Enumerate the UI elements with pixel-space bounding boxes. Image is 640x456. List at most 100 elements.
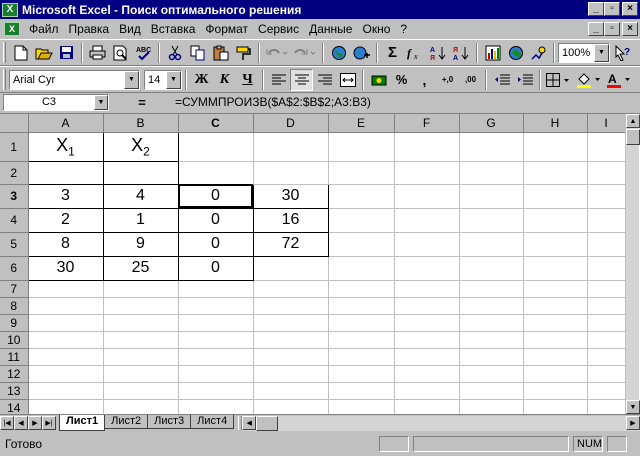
cell-h10[interactable] <box>523 331 588 349</box>
cell-c13[interactable] <box>178 382 254 400</box>
doc-restore-button[interactable]: ▫ <box>604 22 620 36</box>
cell-c6[interactable]: 0 <box>177 255 254 281</box>
row-header-5[interactable]: 5 <box>0 231 29 257</box>
bold-button[interactable]: Ж <box>190 69 213 91</box>
cell-e6[interactable] <box>328 256 395 281</box>
cell-e11[interactable] <box>328 348 395 366</box>
row-header-6[interactable]: 6 <box>0 255 29 281</box>
cell-g5[interactable] <box>459 232 524 257</box>
cell-i11[interactable] <box>587 348 626 366</box>
increase-indent-icon[interactable] <box>513 69 536 91</box>
menu-view[interactable]: Вид <box>114 20 146 38</box>
cell-f6[interactable] <box>394 256 460 281</box>
column-header-i[interactable]: I <box>586 114 626 133</box>
cell-b10[interactable] <box>103 331 179 349</box>
menu-edit[interactable]: Правка <box>64 20 115 38</box>
menu-file[interactable]: Файл <box>24 20 64 38</box>
sheet-tab-1[interactable]: Лист1 <box>59 415 106 431</box>
horizontal-scroll-thumb[interactable] <box>256 415 279 431</box>
cell-i12[interactable] <box>587 365 626 383</box>
cell-g9[interactable] <box>459 314 524 332</box>
row-header-10[interactable]: 10 <box>0 330 29 349</box>
cell-e2[interactable] <box>328 161 395 185</box>
scroll-left-icon[interactable]: ◀ <box>242 415 257 430</box>
cell-i4[interactable] <box>587 208 626 233</box>
cell-a3[interactable]: 3 <box>27 183 104 209</box>
row-header-12[interactable]: 12 <box>0 364 29 383</box>
borders-icon[interactable] <box>544 69 574 91</box>
maximize-button[interactable]: ▫ <box>604 2 620 16</box>
cell-e10[interactable] <box>328 331 395 349</box>
formula-input[interactable]: =СУММПРОИЗВ($A$2:$B$2;A3:B3) <box>175 95 371 109</box>
italic-button[interactable]: К <box>213 69 236 91</box>
function-icon[interactable]: fx <box>404 42 427 64</box>
toolbar-grip[interactable] <box>3 42 6 63</box>
underline-button[interactable]: Ч <box>236 69 259 91</box>
cell-h5[interactable] <box>523 232 588 257</box>
column-header-e[interactable]: E <box>327 114 395 133</box>
cell-d7[interactable] <box>253 280 329 298</box>
cell-e12[interactable] <box>328 365 395 383</box>
percent-button[interactable]: % <box>390 69 413 91</box>
cell-h8[interactable] <box>523 297 588 315</box>
font-name-select[interactable]: Arial Cyr ▼ <box>9 69 140 90</box>
row-header-4[interactable]: 4 <box>0 207 29 233</box>
row-header-11[interactable]: 11 <box>0 347 29 366</box>
cell-e3[interactable] <box>328 184 395 209</box>
sheet-tab-4[interactable]: Лист4 <box>190 415 235 429</box>
cut-icon[interactable] <box>163 42 186 64</box>
increase-decimal-button[interactable]: +,0 <box>436 69 459 91</box>
cell-c5[interactable]: 0 <box>177 231 254 257</box>
cell-h9[interactable] <box>523 314 588 332</box>
cell-a9[interactable] <box>28 314 104 332</box>
cell-b2[interactable] <box>102 160 179 185</box>
toolbar-grip[interactable] <box>3 69 6 90</box>
paste-icon[interactable] <box>209 42 232 64</box>
cell-g10[interactable] <box>459 331 524 349</box>
open-icon[interactable] <box>32 42 55 64</box>
align-left-icon[interactable] <box>267 69 290 91</box>
cell-e5[interactable] <box>328 232 395 257</box>
cell-f3[interactable] <box>394 184 460 209</box>
cell-c9[interactable] <box>178 314 254 332</box>
cell-d2[interactable] <box>253 161 329 185</box>
cell-g7[interactable] <box>459 280 524 298</box>
cell-f1[interactable] <box>394 132 460 162</box>
scroll-down-icon[interactable]: ▼ <box>626 400 640 414</box>
workbook-icon[interactable]: X <box>4 22 20 36</box>
menu-data[interactable]: Данные <box>304 20 357 38</box>
cell-i2[interactable] <box>587 161 626 185</box>
cell-a5[interactable]: 8 <box>27 231 104 257</box>
cell-g4[interactable] <box>459 208 524 233</box>
cell-i5[interactable] <box>587 232 626 257</box>
cell-d11[interactable] <box>253 348 329 366</box>
cell-b9[interactable] <box>103 314 179 332</box>
cell-g1[interactable] <box>459 132 524 162</box>
row-header-7[interactable]: 7 <box>0 279 29 298</box>
row-header-3[interactable]: 3 <box>0 183 29 209</box>
cell-c8[interactable] <box>178 297 254 315</box>
cell-h1[interactable] <box>523 132 588 162</box>
cell-f9[interactable] <box>394 314 460 332</box>
cell-i3[interactable] <box>587 184 626 209</box>
cell-d8[interactable] <box>253 297 329 315</box>
column-header-g[interactable]: G <box>458 114 524 133</box>
cell-h12[interactable] <box>523 365 588 383</box>
drawing-icon[interactable] <box>527 42 550 64</box>
close-button[interactable]: × <box>622 2 638 16</box>
cell-g3[interactable] <box>459 184 524 209</box>
decrease-indent-icon[interactable] <box>490 69 513 91</box>
sort-ascending-icon[interactable]: AЯ <box>427 42 450 64</box>
cell-f8[interactable] <box>394 297 460 315</box>
sort-descending-icon[interactable]: ЯA <box>450 42 473 64</box>
decrease-decimal-button[interactable]: ,00 <box>459 69 482 91</box>
cell-c7[interactable] <box>178 280 254 298</box>
cell-i1[interactable] <box>587 132 626 162</box>
merge-center-icon[interactable] <box>336 69 359 91</box>
new-icon[interactable] <box>9 42 32 64</box>
cell-e9[interactable] <box>328 314 395 332</box>
cell-d10[interactable] <box>253 331 329 349</box>
cell-g6[interactable] <box>459 256 524 281</box>
menu-tools[interactable]: Сервис <box>253 20 304 38</box>
format-painter-icon[interactable] <box>232 42 255 64</box>
